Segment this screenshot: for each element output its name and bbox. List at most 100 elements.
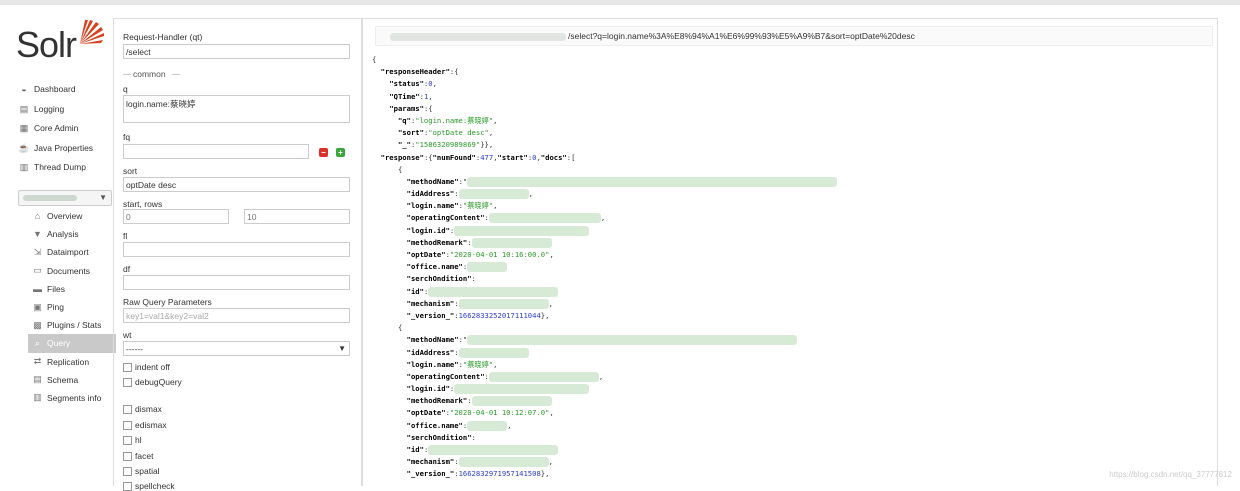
df-label: df xyxy=(123,264,131,274)
folder-icon: ▬ xyxy=(33,283,42,294)
nav-logging[interactable]: ▤ Logging xyxy=(18,100,118,120)
json-response: { "responseHeader":{ "status":0, "QTime"… xyxy=(372,54,838,481)
common-legend: common xyxy=(133,69,166,79)
sort-input[interactable]: optDate desc xyxy=(123,177,350,192)
spatial-checkbox[interactable] xyxy=(123,467,132,476)
json-line: "operatingContent":, xyxy=(406,213,606,224)
core-nav-ping[interactable]: ▣ Ping xyxy=(28,298,116,316)
redacted-value xyxy=(467,335,798,346)
core-nav-dataimport[interactable]: ⇲ Dataimport xyxy=(28,243,116,261)
json-line: "serchOndition": xyxy=(406,432,476,442)
core-admin-icon: ▦ xyxy=(19,123,29,133)
rows-input[interactable]: 10 xyxy=(244,209,350,224)
core-nav-label: Dataimport xyxy=(47,247,89,258)
core-nav-plugins[interactable]: ▩ Plugins / Stats xyxy=(28,316,116,334)
query-form: Request-Handler (qt) /select common q lo… xyxy=(113,18,362,491)
core-nav-replication[interactable]: ⇄ Replication xyxy=(28,353,116,371)
json-line: "_":"1586320989869"}}, xyxy=(397,140,494,150)
json-line: "optDate":"2020-04-01 10:16:00.0", xyxy=(406,250,554,259)
q-textarea[interactable]: login.name:蔡晓婷 xyxy=(123,95,350,123)
nav-java-properties[interactable]: ☕ Java Properties xyxy=(18,139,118,159)
solr-logo[interactable]: Solr xyxy=(16,18,106,66)
redacted-value xyxy=(454,225,590,236)
documents-icon: ▭ xyxy=(33,265,42,276)
dataimport-icon: ⇲ xyxy=(33,246,42,257)
debug-label: debugQuery xyxy=(135,377,182,387)
nav-thread-dump[interactable]: ▥ Thread Dump xyxy=(18,158,118,178)
core-nav-query[interactable]: ⌕ Query xyxy=(28,334,116,353)
facet-checkbox[interactable] xyxy=(123,452,132,461)
dismax-checkbox[interactable] xyxy=(123,405,132,414)
core-nav-label: Files xyxy=(47,283,65,294)
json-line: "sort":"optDate desc", xyxy=(397,128,494,138)
json-line: "serchOndition": xyxy=(406,274,476,284)
df-input[interactable] xyxy=(123,275,350,290)
segments-icon: ▥ xyxy=(33,392,42,403)
indent-checkbox[interactable] xyxy=(123,363,132,372)
core-nav-label: Segments info xyxy=(47,392,102,403)
solr-sun-icon xyxy=(80,20,104,44)
dashboard-icon: ◒ xyxy=(21,84,27,94)
plugins-icon: ▩ xyxy=(33,319,42,330)
redacted-value xyxy=(488,213,601,224)
core-nav: ⌂ Overview ▼ Analysis ⇲ Dataimport ▭ Documen… xyxy=(28,207,116,407)
sort-label: sort xyxy=(123,166,138,176)
nav-label: Thread Dump xyxy=(34,162,86,172)
redacted-value xyxy=(467,420,508,431)
chevron-down-icon: ▼ xyxy=(99,193,107,202)
replication-icon: ⇄ xyxy=(33,356,42,367)
json-line: "status":0, xyxy=(389,79,437,89)
hl-checkbox[interactable] xyxy=(123,436,132,445)
json-line: "mechanism":, xyxy=(406,298,553,309)
request-url-link[interactable]: /select?q=login.name%3A%E8%94%A1%E6%99%9… xyxy=(375,26,1213,46)
request-handler-label: Request-Handler (qt) xyxy=(123,32,203,42)
json-line: "login.id": xyxy=(372,225,837,237)
json-line: "QTime":1, xyxy=(389,91,433,101)
remove-fq-button[interactable]: − xyxy=(319,148,328,157)
legend-line-left xyxy=(123,74,131,75)
redacted-value xyxy=(467,262,508,273)
nav-label: Logging xyxy=(34,103,65,114)
nav-core-admin[interactable]: ▦ Core Admin xyxy=(18,119,118,139)
json-line: "login.id": xyxy=(372,383,837,395)
fq-input[interactable] xyxy=(123,144,309,159)
wt-select-value: ------ xyxy=(126,344,143,354)
nav-dashboard[interactable]: ◒ Dashboard xyxy=(18,80,118,100)
json-line: "q":"login.name:蔡晓婷", xyxy=(397,115,498,125)
core-nav-segments[interactable]: ▥ Segments info xyxy=(28,389,116,407)
edismax-label: edismax xyxy=(135,420,167,430)
core-nav-analysis[interactable]: ▼ Analysis xyxy=(28,225,116,243)
nav-label: Dashboard xyxy=(34,84,76,94)
json-line: "methodRemark": xyxy=(372,237,837,249)
redacted-value xyxy=(458,298,549,309)
edismax-checkbox[interactable] xyxy=(123,421,132,430)
json-line: "_version_":1662832971957141508}, xyxy=(406,469,550,479)
json-line: "idAddress":, xyxy=(406,189,533,200)
add-fq-button[interactable]: + xyxy=(336,148,345,157)
fq-label: fq xyxy=(123,132,131,142)
core-nav-label: Schema xyxy=(47,374,79,385)
core-nav-schema[interactable]: ▤ Schema xyxy=(28,371,116,389)
core-nav-files[interactable]: ▬ Files xyxy=(28,280,116,298)
json-line: "mechanism":, xyxy=(406,457,553,468)
legend-line-right xyxy=(172,74,180,75)
start-rows-label: start, rows xyxy=(123,199,163,209)
wt-select[interactable]: ------ ▼ xyxy=(123,341,350,356)
core-nav-documents[interactable]: ▭ Documents xyxy=(28,262,116,280)
core-selector[interactable]: ▼ xyxy=(18,190,112,206)
raw-params-input[interactable]: key1=val1&key2=val2 xyxy=(123,308,350,323)
core-nav-label: Analysis xyxy=(47,229,79,240)
start-input[interactable]: 0 xyxy=(123,209,229,224)
request-handler-input[interactable]: /select xyxy=(123,44,350,59)
redacted-value xyxy=(458,457,549,468)
core-nav-overview[interactable]: ⌂ Overview xyxy=(28,207,116,225)
ping-icon: ▣ xyxy=(33,301,42,312)
redacted-value xyxy=(471,237,552,248)
logging-icon: ▤ xyxy=(19,103,29,114)
fl-input[interactable] xyxy=(123,242,350,257)
debug-checkbox[interactable] xyxy=(123,378,132,387)
core-nav-label: Query xyxy=(47,338,71,349)
wt-label: wt xyxy=(123,330,132,340)
json-line: "methodName":" xyxy=(372,334,837,346)
spellcheck-checkbox[interactable] xyxy=(123,482,132,491)
